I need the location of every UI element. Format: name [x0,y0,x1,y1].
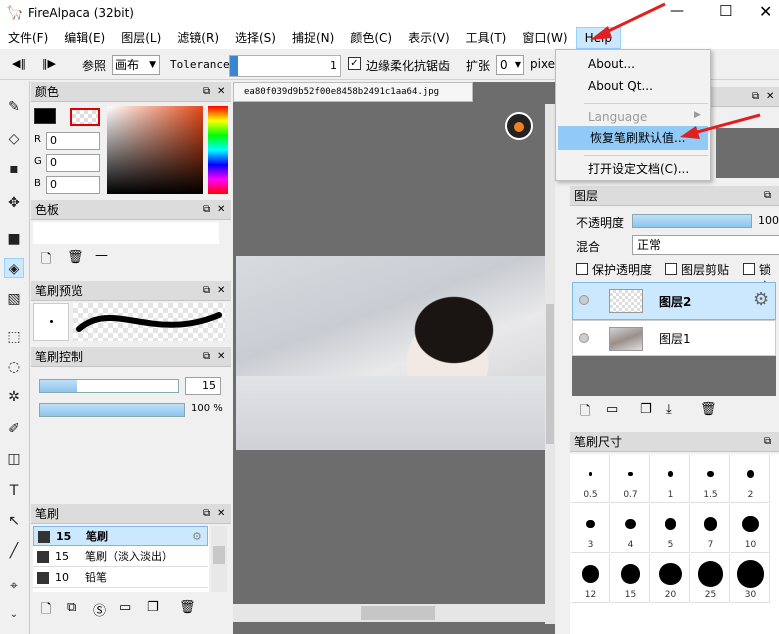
arrow-to-reset-line [689,113,761,136]
arrow-to-help-head [590,26,612,40]
annotation-arrows [590,2,761,139]
arrow-to-reset-head [680,126,700,139]
